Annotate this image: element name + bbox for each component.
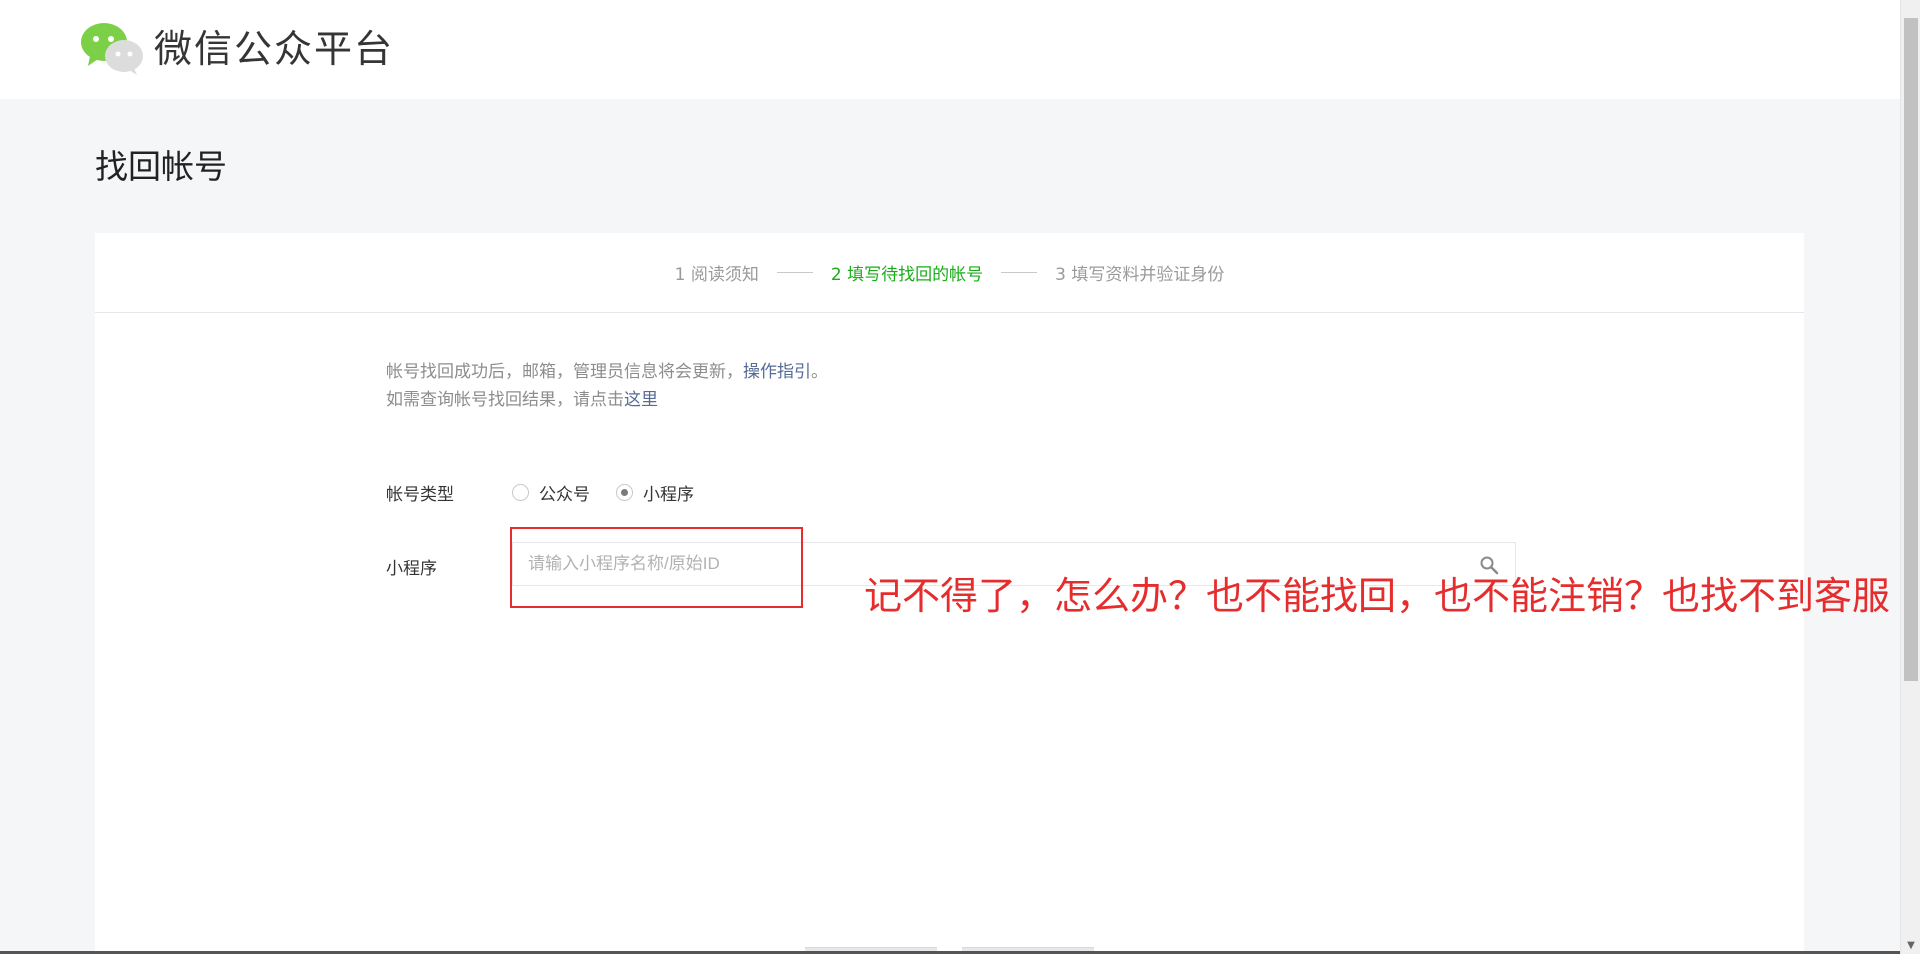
miniprogram-label: 小程序 xyxy=(386,559,437,579)
step-1: 1 阅读须知 xyxy=(674,265,759,285)
brand-name[interactable]: 微信公众平台 xyxy=(154,22,394,76)
annotation-text: 记不得了，怎么办？也不能找回，也不能注销？也找不到客服 xyxy=(864,574,1891,618)
operation-guide-link[interactable]: 操作指引 xyxy=(743,362,811,382)
radio-official-account[interactable]: 公众号 xyxy=(512,480,590,505)
account-type-label: 帐号类型 xyxy=(386,485,454,505)
vertical-scrollbar[interactable]: ▼ xyxy=(1900,0,1920,954)
step-2: 2 填写待找回的帐号 xyxy=(830,265,984,285)
top-header: 微信公众平台 xyxy=(0,0,1900,99)
scroll-down-arrow-icon[interactable]: ▼ xyxy=(1905,940,1917,952)
scrollbar-thumb[interactable] xyxy=(1904,18,1918,681)
step-3: 3 填写资料并验证身份 xyxy=(1055,265,1225,285)
check-result-link[interactable]: 这里 xyxy=(624,390,658,410)
notice-line-1-end: 。 xyxy=(811,362,828,382)
radio-miniprogram-label: 小程序 xyxy=(643,485,694,505)
notice-line-2-text: 如需查询帐号找回结果，请点击 xyxy=(386,390,624,410)
notice-text: 帐号找回成功后，邮箱，管理员信息将会更新，操作指引。 如需查询帐号找回结果，请点… xyxy=(386,358,828,414)
notice-line-1-text: 帐号找回成功后，邮箱，管理员信息将会更新， xyxy=(386,362,743,382)
wechat-logo-icon[interactable] xyxy=(80,22,144,76)
step-indicator: 1 阅读须知 2 填写待找回的帐号 3 填写资料并验证身份 xyxy=(95,233,1804,313)
page-title: 找回帐号 xyxy=(95,147,227,186)
radio-miniprogram[interactable]: 小程序 xyxy=(616,480,694,505)
radio-circle-icon[interactable] xyxy=(512,484,529,501)
notice-line-2: 如需查询帐号找回结果，请点击这里 xyxy=(386,386,828,414)
notice-line-1: 帐号找回成功后，邮箱，管理员信息将会更新，操作指引。 xyxy=(386,358,828,386)
radio-official-account-label: 公众号 xyxy=(539,485,590,505)
radio-checked-icon[interactable] xyxy=(616,484,633,501)
step-divider xyxy=(776,272,813,273)
step-divider xyxy=(1001,272,1038,273)
